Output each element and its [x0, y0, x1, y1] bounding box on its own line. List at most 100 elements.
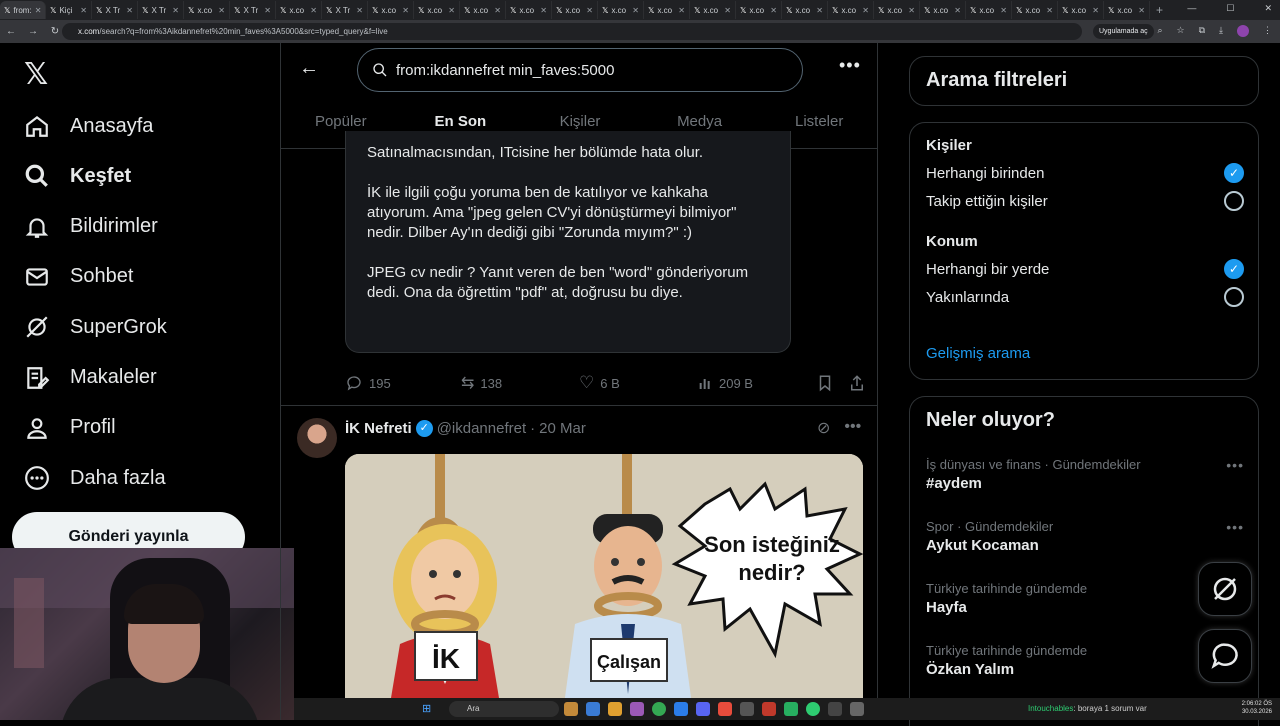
browser-back-icon[interactable]: ← — [0, 26, 22, 37]
close-tab-icon[interactable]: ✕ — [586, 6, 593, 15]
share-button[interactable] — [849, 374, 865, 392]
tweet-date[interactable]: 20 Mar — [539, 420, 586, 437]
extensions-icon[interactable]: ⧉ — [1199, 25, 1205, 37]
open-in-app-button[interactable]: Uygulamada aç — [1093, 24, 1154, 39]
profile-avatar[interactable] — [1237, 25, 1249, 37]
browser-tab[interactable]: 𝕏x.co ✕ — [874, 1, 920, 19]
close-tab-icon[interactable]: ✕ — [310, 6, 317, 15]
app-icon[interactable] — [828, 702, 842, 716]
close-tab-icon[interactable]: ✕ — [908, 6, 915, 15]
browser-tab[interactable]: 𝕏x.co ✕ — [414, 1, 460, 19]
browser-tab[interactable]: 𝕏X Tr ✕ — [138, 1, 184, 19]
close-tab-icon[interactable]: ✕ — [954, 6, 961, 15]
close-tab-icon[interactable]: ✕ — [678, 6, 685, 15]
grok-icon[interactable]: ⊘ — [817, 418, 830, 438]
browser-tab[interactable]: 𝕏x.co ✕ — [276, 1, 322, 19]
bookmark-star-icon[interactable]: ☆ — [1177, 25, 1185, 37]
browser-tab[interactable]: 𝕏x.co ✕ — [184, 1, 230, 19]
window-controls[interactable]: — ☐ ✕ — [1187, 3, 1272, 14]
tweet-image[interactable]: Son isteğiniz nedir? İK Çalışan — [345, 454, 863, 720]
close-tab-icon[interactable]: ✕ — [448, 6, 455, 15]
app-icon[interactable] — [608, 702, 622, 716]
close-tab-icon[interactable]: ✕ — [1092, 6, 1099, 15]
close-tab-icon[interactable]: ✕ — [35, 6, 42, 15]
bookmark-button[interactable] — [817, 374, 849, 392]
browser-tab[interactable]: 𝕏x.co ✕ — [506, 1, 552, 19]
download-icon[interactable]: ⤓ — [1219, 25, 1223, 37]
close-tab-icon[interactable]: ✕ — [402, 6, 409, 15]
browser-tab[interactable]: 𝕏x.co ✕ — [690, 1, 736, 19]
browser-menu-icon[interactable]: ⋮ — [1263, 25, 1272, 37]
chrome-icon[interactable] — [652, 702, 666, 716]
checked-radio-icon[interactable]: ✓ — [1224, 163, 1244, 183]
close-tab-icon[interactable]: ✕ — [494, 6, 501, 15]
spotify-icon[interactable] — [806, 702, 820, 716]
messages-fab[interactable] — [1198, 629, 1252, 683]
nav-item-profil[interactable]: Profil — [24, 408, 116, 448]
app-icon[interactable] — [630, 702, 644, 716]
radio-icon[interactable] — [1224, 287, 1244, 307]
browser-tab[interactable]: 𝕏x.co ✕ — [1058, 1, 1104, 19]
author-name[interactable]: İK Nefreti — [345, 420, 412, 437]
app-icon[interactable] — [718, 702, 732, 716]
app-icon[interactable] — [740, 702, 754, 716]
browser-tab[interactable]: 𝕏x.co ✕ — [828, 1, 874, 19]
search-input[interactable]: from:ikdannefret min_faves:5000 — [357, 48, 803, 92]
browser-tab[interactable]: 𝕏x.co ✕ — [644, 1, 690, 19]
app-icon[interactable] — [564, 702, 578, 716]
grok-fab[interactable] — [1198, 562, 1252, 616]
close-tab-icon[interactable]: ✕ — [816, 6, 823, 15]
radio-icon[interactable] — [1224, 191, 1244, 211]
windows-start-icon[interactable]: ⊞ — [422, 702, 431, 715]
trend-item[interactable]: Spor · Gündemdekiler Aykut Kocaman ••• — [926, 519, 1244, 554]
avatar[interactable] — [297, 418, 337, 458]
app-icon[interactable] — [784, 702, 798, 716]
tweet-more-icon[interactable]: ••• — [844, 418, 861, 438]
nav-item-sohbet[interactable]: Sohbet — [24, 257, 133, 297]
filter-option-anyone[interactable]: Herhangi birinden ✓ — [926, 163, 1244, 183]
browser-tab[interactable]: 𝕏x.co ✕ — [368, 1, 414, 19]
like-button[interactable]: ♡ 6 B — [579, 373, 697, 393]
nav-item-anasayfa[interactable]: Anasayfa — [24, 106, 153, 146]
trend-item[interactable]: İş dünyası ve finans · Gündemdekiler #ay… — [926, 457, 1244, 492]
browser-tab[interactable]: 𝕏X Tr ✕ — [322, 1, 368, 19]
browser-tab[interactable]: 𝕏x.co ✕ — [460, 1, 506, 19]
close-tab-icon[interactable]: ✕ — [1046, 6, 1053, 15]
browser-forward-icon[interactable]: → — [22, 26, 44, 37]
browser-tab[interactable]: 𝕏x.co ✕ — [966, 1, 1012, 19]
filter-option-nearby[interactable]: Yakınlarında — [926, 287, 1244, 307]
browser-tab[interactable]: 𝕏 Kiçi ✕ — [46, 1, 92, 19]
close-tab-icon[interactable]: ✕ — [264, 6, 271, 15]
minimize-icon[interactable]: — — [1187, 3, 1196, 14]
back-arrow-icon[interactable]: ← — [299, 57, 319, 80]
browser-tab[interactable]: 𝕏x.co ✕ — [920, 1, 966, 19]
repost-button[interactable]: ⇆ 138 — [461, 373, 579, 393]
close-tab-icon[interactable]: ✕ — [724, 6, 731, 15]
nav-item-supergrok[interactable]: SuperGrok — [24, 307, 167, 347]
close-tab-icon[interactable]: ✕ — [862, 6, 869, 15]
new-tab-icon[interactable]: + — [1156, 3, 1163, 17]
author-handle[interactable]: @ikdannefret — [437, 420, 526, 437]
browser-tab[interactable]: 𝕏x.co ✕ — [1012, 1, 1058, 19]
filter-option-anywhere[interactable]: Herhangi bir yerde ✓ — [926, 259, 1244, 279]
close-tab-icon[interactable]: ✕ — [770, 6, 777, 15]
browser-tab[interactable]: 𝕏x.co ✕ — [736, 1, 782, 19]
x-logo-icon[interactable]: 𝕏 — [24, 57, 48, 92]
nav-item-keşfet[interactable]: Keşfet — [24, 156, 131, 196]
taskbar-search[interactable]: Ara — [449, 701, 559, 717]
views-button[interactable]: 209 B — [697, 375, 817, 391]
nav-item-daha-fazla[interactable]: Daha fazla — [24, 458, 166, 498]
browser-tab[interactable]: 𝕏x.co ✕ — [598, 1, 644, 19]
close-tab-icon[interactable]: ✕ — [1138, 6, 1145, 15]
close-tab-icon[interactable]: ✕ — [80, 6, 87, 15]
close-tab-icon[interactable]: ✕ — [356, 6, 363, 15]
close-tab-icon[interactable]: ✕ — [1000, 6, 1007, 15]
browser-tab[interactable]: 𝕏x.co ✕ — [1104, 1, 1150, 19]
trend-item[interactable]: Türkiye tarihinde gündemde Özkan Yalım — [926, 643, 1244, 678]
nav-item-bildirimler[interactable]: Bildirimler — [24, 207, 158, 247]
trend-more-icon[interactable]: ••• — [1226, 519, 1244, 535]
filter-option-following[interactable]: Takip ettiğin kişiler — [926, 191, 1244, 211]
zoom-icon[interactable]: ⌕ — [1157, 25, 1162, 37]
app-icon[interactable] — [762, 702, 776, 716]
close-tab-icon[interactable]: ✕ — [172, 6, 179, 15]
